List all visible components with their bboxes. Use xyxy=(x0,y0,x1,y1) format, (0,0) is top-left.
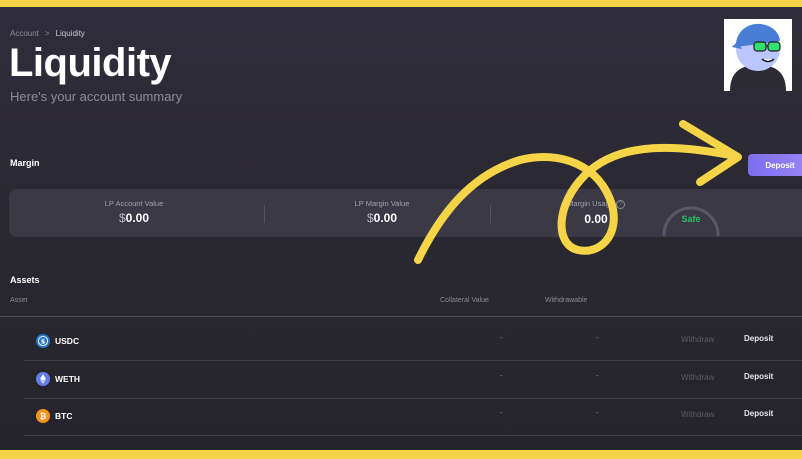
deposit-link[interactable]: Deposit xyxy=(744,409,773,418)
stat-label: LP Account Value xyxy=(104,199,164,208)
withdrawable-value: - xyxy=(596,333,599,342)
lp-margin-value: 0.00 xyxy=(373,211,398,225)
stat-label: LP Margin Value xyxy=(354,199,410,208)
table-row: ₿ BTC - - Withdraw Deposit xyxy=(24,398,802,436)
asset-symbol: BTC xyxy=(55,411,73,421)
breadcrumb-account-link[interactable]: Account xyxy=(10,29,39,38)
margin-usage-value: 0.00 xyxy=(584,211,608,226)
lp-margin-value-stat: LP Margin Value $0.00 xyxy=(327,199,437,225)
top-frame-border xyxy=(0,0,802,7)
margin-usage-label: Margin Usage xyxy=(567,199,614,208)
currency-symbol: $ xyxy=(118,211,126,225)
deposit-link[interactable]: Deposit xyxy=(744,372,773,381)
lp-account-value-stat: LP Account Value $0.00 xyxy=(79,199,189,225)
table-row: $ USDC - - Withdraw Deposit xyxy=(24,323,802,361)
column-header-collateral: Collateral Value xyxy=(440,297,489,304)
table-row: WETH - - Withdraw Deposit xyxy=(24,361,802,399)
liquidity-page: Account > Liquidity Liquidity Here's you… xyxy=(0,7,802,450)
withdraw-button[interactable]: Withdraw xyxy=(681,373,714,382)
column-header-withdrawable: Withdrawable xyxy=(545,297,588,304)
stat-value: $0.00 xyxy=(327,211,437,225)
info-icon[interactable]: ? xyxy=(615,199,625,209)
breadcrumb-current: Liquidity xyxy=(55,29,85,38)
currency-symbol: $ xyxy=(366,211,374,225)
stat-divider xyxy=(490,205,491,223)
stat-divider xyxy=(264,205,265,223)
breadcrumb: Account > Liquidity xyxy=(10,29,85,38)
collateral-value: - xyxy=(500,408,503,417)
column-header-asset: Asset xyxy=(10,297,28,304)
withdraw-button[interactable]: Withdraw xyxy=(681,335,714,344)
margin-section-title: Margin xyxy=(10,158,40,168)
assets-table-header: Asset Collateral Value Withdrawable xyxy=(0,291,802,317)
stat-label: Margin Usage? xyxy=(541,199,651,209)
breadcrumb-separator: > xyxy=(44,29,50,38)
bottom-frame-border xyxy=(0,450,802,459)
eth-icon xyxy=(36,372,50,386)
page-title: Liquidity xyxy=(9,41,172,85)
btc-icon: ₿ xyxy=(36,409,50,423)
margin-summary-card: LP Account Value $0.00 LP Margin Value $… xyxy=(9,189,802,237)
lp-account-value: 0.00 xyxy=(125,211,150,225)
collateral-value: - xyxy=(500,371,503,380)
collateral-value: - xyxy=(500,333,503,342)
withdrawable-value: - xyxy=(596,408,599,417)
margin-usage-stat: Margin Usage? 0.00 xyxy=(541,199,651,226)
svg-text:₿: ₿ xyxy=(40,412,47,421)
svg-text:$: $ xyxy=(41,337,46,345)
page-subtitle: Here's your account summary xyxy=(10,89,183,104)
asset-symbol: WETH xyxy=(55,374,81,384)
assets-section-title: Assets xyxy=(10,275,40,285)
stat-value: $0.00 xyxy=(79,211,189,225)
usdc-icon: $ xyxy=(36,334,50,348)
deposit-link[interactable]: Deposit xyxy=(744,334,773,343)
asset-symbol: USDC xyxy=(55,336,80,346)
avatar[interactable] xyxy=(724,19,792,91)
withdraw-button[interactable]: Withdraw xyxy=(681,410,714,419)
health-status: Safe xyxy=(681,214,701,224)
deposit-button[interactable]: Deposit xyxy=(748,154,802,176)
withdrawable-value: - xyxy=(596,371,599,380)
